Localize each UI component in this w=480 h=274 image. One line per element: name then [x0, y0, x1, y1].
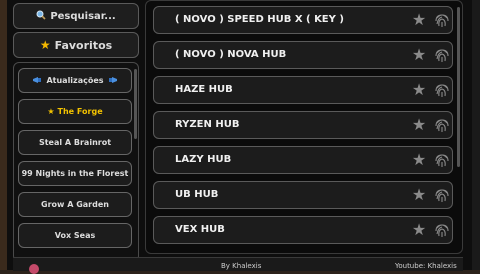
- category-the-forge[interactable]: ★ The Forge: [18, 99, 132, 124]
- script-name: HAZE HUB: [175, 84, 233, 95]
- fingerprint-icon[interactable]: [433, 116, 451, 134]
- category-label: 99 Nights in the Florest: [21, 169, 129, 178]
- fingerprint-icon[interactable]: [433, 46, 451, 64]
- favorites-label: Favoritos: [54, 38, 113, 52]
- category-label: Atualizações: [46, 76, 104, 85]
- script-name: ( NOVO ) NOVA HUB: [175, 49, 287, 60]
- script-row-ub-hub[interactable]: UB HUB ★: [153, 181, 453, 209]
- script-row-ryzen-hub[interactable]: RYZEN HUB ★: [153, 111, 453, 139]
- script-row-lazy-hub[interactable]: LAZY HUB ★: [153, 146, 453, 174]
- fingerprint-icon[interactable]: [433, 186, 451, 204]
- search-icon: [36, 10, 46, 23]
- star-icon[interactable]: ★: [410, 116, 428, 134]
- megaphone-icon: [107, 76, 118, 86]
- favorites-button[interactable]: ★ Favoritos: [13, 32, 139, 58]
- category-label: Steal A Brainrot: [38, 138, 112, 147]
- category-scrollbar[interactable]: [134, 69, 137, 139]
- star-icon[interactable]: ★: [410, 46, 428, 64]
- fingerprint-icon[interactable]: [433, 221, 451, 239]
- script-name: RYZEN HUB: [175, 119, 240, 130]
- category-updates[interactable]: Atualizações: [18, 68, 132, 93]
- star-icon[interactable]: ★: [410, 81, 428, 99]
- script-row-haze-hub[interactable]: HAZE HUB ★: [153, 76, 453, 104]
- footer-bar: By Khalexis Youtube: Khalexis: [13, 257, 463, 274]
- category-vox-seas[interactable]: Vox Seas: [18, 223, 132, 248]
- category-label: Grow A Garden: [41, 200, 109, 209]
- star-icon: ★: [39, 38, 51, 52]
- category-label: The Forge: [57, 107, 103, 116]
- fingerprint-icon[interactable]: [433, 81, 451, 99]
- script-list: ( NOVO ) SPEED HUB X ( KEY ) ★ ( NOVO ) …: [145, 0, 463, 254]
- category-label: Vox Seas: [54, 231, 96, 240]
- script-row-vex-hub[interactable]: VEX HUB ★: [153, 216, 453, 244]
- category-grow-a-garden[interactable]: Grow A Garden: [18, 192, 132, 217]
- avatar: [29, 264, 39, 274]
- search-button[interactable]: Pesquisar...: [13, 3, 139, 29]
- star-icon[interactable]: ★: [410, 186, 428, 204]
- script-row-nova-hub[interactable]: ( NOVO ) NOVA HUB ★: [153, 41, 453, 69]
- star-icon[interactable]: ★: [410, 11, 428, 29]
- star-icon: ★: [47, 107, 55, 116]
- script-list-scrollbar[interactable]: [457, 7, 460, 167]
- star-icon[interactable]: ★: [410, 221, 428, 239]
- script-name: UB HUB: [175, 189, 219, 200]
- fingerprint-icon[interactable]: [433, 11, 451, 29]
- category-99-nights[interactable]: 99 Nights in the Florest: [18, 161, 132, 186]
- script-name: VEX HUB: [175, 224, 225, 235]
- footer-youtube[interactable]: Youtube: Khalexis: [395, 262, 457, 270]
- script-name: ( NOVO ) SPEED HUB X ( KEY ): [175, 14, 344, 25]
- star-icon[interactable]: ★: [410, 151, 428, 169]
- megaphone-icon: [32, 76, 43, 86]
- search-label: Pesquisar...: [50, 10, 116, 22]
- script-row-speed-hub-x[interactable]: ( NOVO ) SPEED HUB X ( KEY ) ★: [153, 6, 453, 34]
- category-steal-a-brainrot[interactable]: Steal A Brainrot: [18, 130, 132, 155]
- fingerprint-icon[interactable]: [433, 151, 451, 169]
- category-list: Atualizações ★ The Forge Steal A Brainro…: [13, 62, 139, 262]
- script-name: LAZY HUB: [175, 154, 232, 165]
- footer-author: By Khalexis: [221, 262, 262, 270]
